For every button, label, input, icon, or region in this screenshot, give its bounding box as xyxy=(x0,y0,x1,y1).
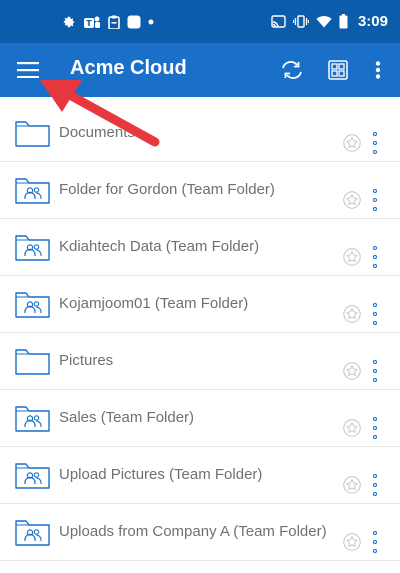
more-dot-icon xyxy=(373,255,377,259)
folder-more-button[interactable] xyxy=(369,303,381,325)
folder-icon xyxy=(15,349,50,375)
folder-row[interactable]: Pictures xyxy=(0,333,400,390)
teams-icon: T xyxy=(84,16,100,28)
more-dot-icon xyxy=(373,417,377,421)
more-dot-icon xyxy=(373,369,377,373)
app-title: Acme Cloud xyxy=(70,57,187,79)
folder-icon xyxy=(15,121,50,147)
folder-row[interactable]: Sales (Team Folder) xyxy=(0,390,400,447)
folder-more-button[interactable] xyxy=(369,132,381,154)
folder-name: Upload Pictures (Team Folder) xyxy=(59,466,263,483)
grid-view-button[interactable] xyxy=(318,50,358,90)
favorite-star-icon[interactable] xyxy=(343,533,361,551)
folder-name: Uploads from Company A (Team Folder) xyxy=(59,523,327,540)
more-dot-icon xyxy=(373,312,377,316)
folder-more-button[interactable] xyxy=(369,474,381,496)
more-dot-icon xyxy=(373,435,377,439)
more-dot-icon xyxy=(373,360,377,364)
svg-text:T: T xyxy=(86,19,92,28)
more-dot-icon xyxy=(373,492,377,496)
status-bar: T 3:09 xyxy=(0,0,400,43)
team-folder-icon xyxy=(15,406,50,432)
favorite-star-icon[interactable] xyxy=(343,362,361,380)
more-dot-icon xyxy=(373,207,377,211)
more-dot-icon xyxy=(373,540,377,544)
folder-name: Kojamjoom01 (Team Folder) xyxy=(59,295,249,312)
sync-icon xyxy=(282,61,302,79)
folder-more-button[interactable] xyxy=(369,189,381,211)
favorite-star-icon[interactable] xyxy=(343,191,361,209)
folder-row[interactable]: Kojamjoom01 (Team Folder) xyxy=(0,276,400,333)
dot-icon xyxy=(148,19,154,24)
team-folder-icon xyxy=(15,463,50,489)
more-vert-icon xyxy=(375,61,381,79)
battery-icon xyxy=(339,14,348,29)
folder-name: Sales (Team Folder) xyxy=(59,409,195,426)
status-time: 3:09 xyxy=(357,13,388,30)
status-bar-notifications: T xyxy=(62,15,154,29)
hamburger-menu-icon xyxy=(17,62,39,78)
clipboard-icon xyxy=(108,15,120,29)
folder-name: Folder for Gordon (Team Folder) xyxy=(59,181,275,198)
favorite-star-icon[interactable] xyxy=(343,248,361,266)
team-folder-icon xyxy=(15,520,50,546)
favorite-star-icon[interactable] xyxy=(343,134,361,152)
folder-row[interactable]: Uploads from Company A (Team Folder) xyxy=(0,504,400,561)
more-dot-icon xyxy=(373,132,377,136)
wifi-icon xyxy=(316,16,332,28)
folder-row[interactable]: Upload Pictures (Team Folder) xyxy=(0,447,400,504)
folder-name: Documents xyxy=(59,124,135,141)
more-dot-icon xyxy=(373,321,377,325)
more-dot-icon xyxy=(373,483,377,487)
more-dot-icon xyxy=(373,549,377,553)
folder-more-button[interactable] xyxy=(369,417,381,439)
team-folder-icon xyxy=(15,178,50,204)
folder-list: Documents Folder for Gordon (Team Folder… xyxy=(0,105,400,561)
vibrate-icon xyxy=(292,15,309,28)
more-options-button[interactable] xyxy=(362,50,394,90)
favorite-star-icon[interactable] xyxy=(343,305,361,323)
favorite-star-icon[interactable] xyxy=(343,419,361,437)
more-dot-icon xyxy=(373,150,377,154)
team-folder-icon xyxy=(15,235,50,261)
grid-view-icon xyxy=(328,60,348,80)
more-dot-icon xyxy=(373,303,377,307)
app-bar: Acme Cloud xyxy=(0,43,400,97)
favorite-star-icon[interactable] xyxy=(343,476,361,494)
folder-row[interactable]: Documents xyxy=(0,105,400,162)
team-folder-icon xyxy=(15,292,50,318)
more-dot-icon xyxy=(373,474,377,478)
folder-row[interactable]: Folder for Gordon (Team Folder) xyxy=(0,162,400,219)
folder-name: Kdiahtech Data (Team Folder) xyxy=(59,238,260,255)
folder-more-button[interactable] xyxy=(369,246,381,268)
menu-button[interactable] xyxy=(8,50,48,90)
more-dot-icon xyxy=(373,189,377,193)
gear-icon xyxy=(63,16,75,27)
square-icon xyxy=(127,15,141,28)
more-dot-icon xyxy=(373,264,377,268)
folder-row[interactable]: Kdiahtech Data (Team Folder) xyxy=(0,219,400,276)
folder-name: Pictures xyxy=(59,352,114,369)
more-dot-icon xyxy=(373,246,377,250)
folder-more-button[interactable] xyxy=(369,360,381,382)
cast-icon xyxy=(271,15,286,28)
sync-button[interactable] xyxy=(272,50,312,90)
more-dot-icon xyxy=(373,141,377,145)
more-dot-icon xyxy=(373,531,377,535)
more-dot-icon xyxy=(373,378,377,382)
more-dot-icon xyxy=(373,198,377,202)
status-bar-system: 3:09 xyxy=(271,13,388,30)
more-dot-icon xyxy=(373,426,377,430)
folder-more-button[interactable] xyxy=(369,531,381,553)
